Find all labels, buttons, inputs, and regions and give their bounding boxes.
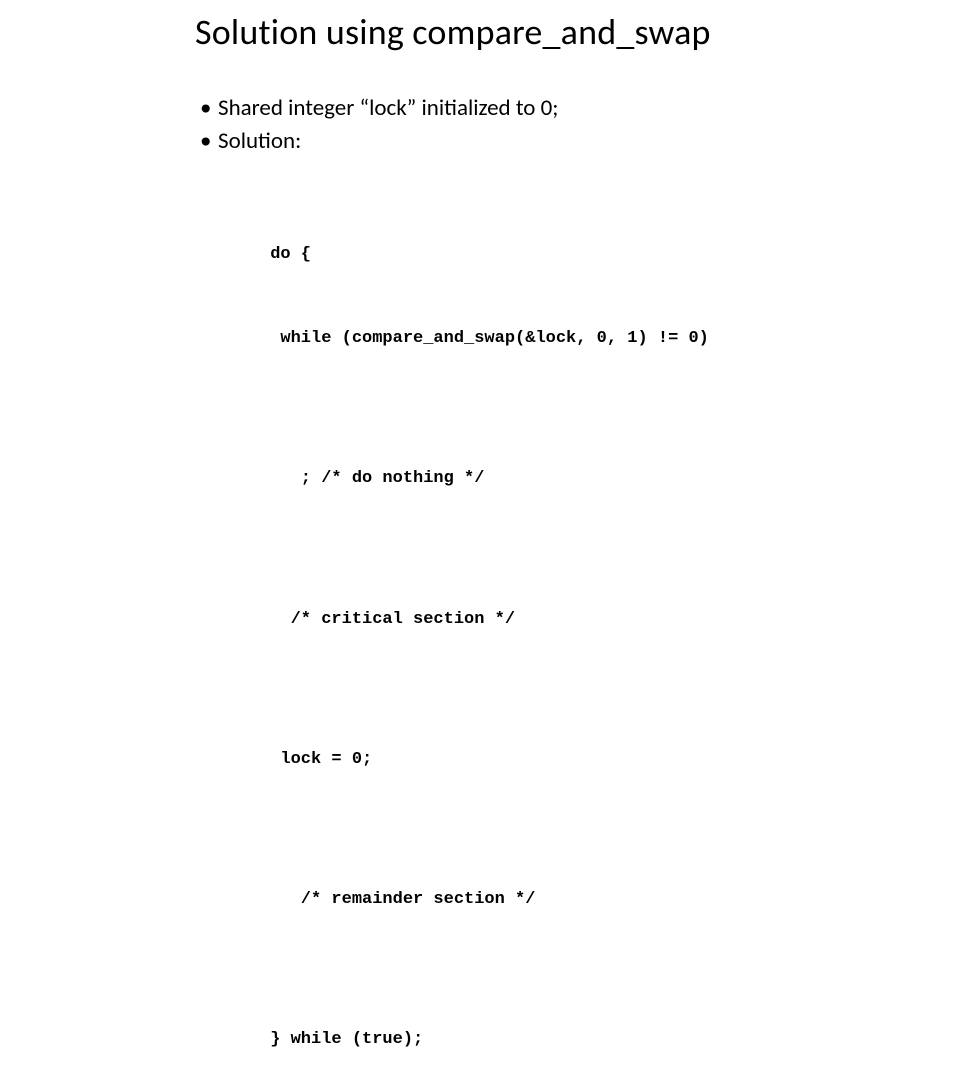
bullet-item: • Shared integer “lock” initialized to 0… xyxy=(200,92,558,125)
slide-title: Solution using compare_and_swap xyxy=(195,10,711,54)
bullet-item: • Solution: xyxy=(200,125,558,158)
bullet-dot-icon: • xyxy=(200,92,218,125)
bullet-dot-icon: • xyxy=(200,125,218,158)
bullet-text: Solution: xyxy=(218,125,301,158)
slide: Solution using compare_and_swap • Shared… xyxy=(0,0,960,540)
code-line: while (compare_and_swap(&lock, 0, 1) != … xyxy=(260,325,709,353)
code-line: lock = 0; xyxy=(260,746,709,774)
code-line: } while (true); xyxy=(260,1026,709,1054)
code-line: /* remainder section */ xyxy=(260,886,709,914)
bullet-list: • Shared integer “lock” initialized to 0… xyxy=(200,92,558,159)
bullet-text: Shared integer “lock” initialized to 0; xyxy=(218,92,558,125)
code-line: /* critical section */ xyxy=(260,606,709,634)
code-line: do { xyxy=(260,241,709,269)
code-block: do { while (compare_and_swap(&lock, 0, 1… xyxy=(260,185,709,1080)
code-line: ; /* do nothing */ xyxy=(260,465,709,493)
